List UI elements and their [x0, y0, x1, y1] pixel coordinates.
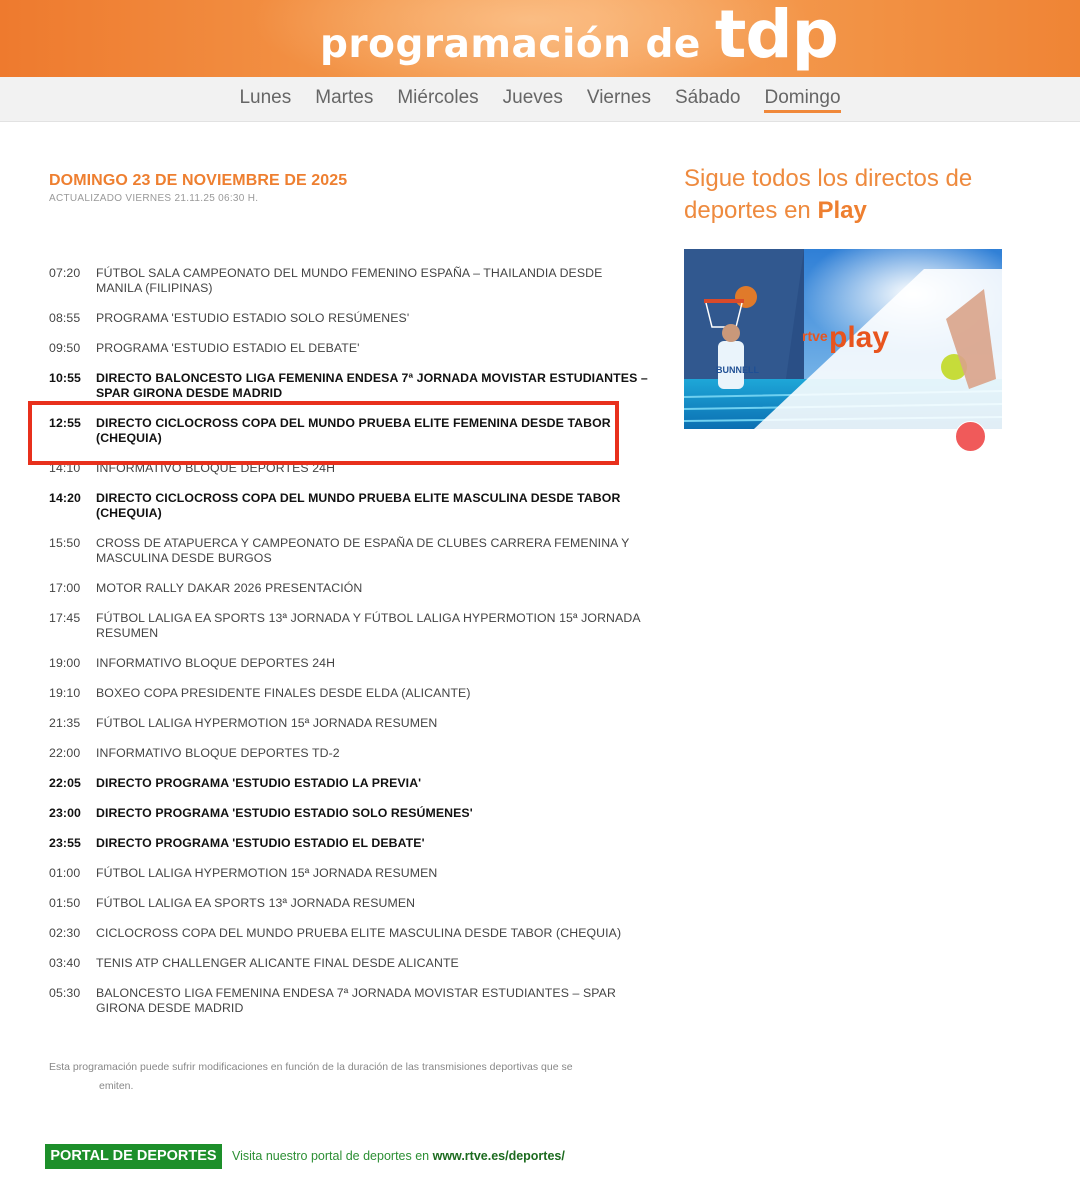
sidebar-title: Sigue todos los directos de deportes en …	[684, 163, 1014, 227]
nav-day-miercoles[interactable]: Miércoles	[397, 87, 478, 113]
schedule-row: 12:55 DIRECTO CICLOCROSS COPA DEL MUNDO P…	[49, 416, 649, 446]
nav-day-jueves[interactable]: Jueves	[503, 87, 563, 113]
day-nav: Lunes Martes Miércoles Jueves Viernes Sábado D…	[0, 77, 1080, 122]
schedule-row: 21:35 FÚTBOL LALIGA HYPERMOTION 15ª JORNA…	[49, 716, 649, 731]
schedule-row: 01:00 FÚTBOL LALIGA HYPERMOTION 15ª JORNA…	[49, 866, 649, 881]
schedule-time: 05:30	[49, 986, 81, 1000]
schedule-row: 14:20 DIRECTO CICLOCROSS COPA DEL MUNDO P…	[49, 491, 649, 521]
nav-day-martes[interactable]: Martes	[315, 87, 373, 113]
header-banner: programación de tdp	[0, 0, 1080, 77]
schedule-time: 22:00	[49, 746, 81, 760]
schedule-time: 12:55	[49, 416, 81, 430]
schedule-row: 14:10 INFORMATIVO BLOQUE DEPORTES 24H	[49, 461, 649, 476]
schedule-time: 09:50	[49, 341, 81, 355]
schedule-row: 09:50 PROGRAMA 'ESTUDIO ESTADIO EL DEBATE…	[49, 341, 649, 356]
schedule-program: CROSS DE ATAPUERCA Y CAMPEONATO DE ESPAÑ…	[96, 536, 630, 565]
promo-image: BUNNELL rtve play	[684, 249, 1002, 429]
schedule-row: 17:45 FÚTBOL LALIGA EA SPORTS 13ª JORNADA…	[49, 611, 649, 641]
schedule-program: PROGRAMA 'ESTUDIO ESTADIO EL DEBATE'	[96, 341, 360, 355]
schedule-program: INFORMATIVO BLOQUE DEPORTES TD-2	[96, 746, 340, 760]
schedule-program: FÚTBOL LALIGA EA SPORTS 13ª JORNADA RESU…	[96, 896, 416, 910]
schedule-row: 05:30 BALONCESTO LIGA FEMENINA ENDESA 7ª …	[49, 986, 649, 1016]
schedule-time: 17:45	[49, 611, 81, 625]
schedule-time: 03:40	[49, 956, 81, 970]
portal-text-label: Visita nuestro portal de deportes en	[232, 1149, 430, 1163]
red-dot-icon	[955, 421, 986, 452]
nav-day-sabado[interactable]: Sábado	[675, 87, 741, 113]
schedule-row: 22:00 INFORMATIVO BLOQUE DEPORTES TD-2	[49, 746, 649, 761]
portal-link[interactable]: www.rtve.es/deportes/	[433, 1149, 565, 1163]
schedule-program: DIRECTO PROGRAMA 'ESTUDIO ESTADIO LA PRE…	[96, 776, 422, 790]
schedule-row: 03:40 TENIS ATP CHALLENGER ALICANTE FINAL…	[49, 956, 649, 971]
schedule-program: MOTOR RALLY DAKAR 2026 PRESENTACIÓN	[96, 581, 363, 595]
schedule-row: 08:55 PROGRAMA 'ESTUDIO ESTADIO SOLO RESÚ…	[49, 311, 649, 326]
rtve-play-promo[interactable]: BUNNELL rtve play	[684, 249, 1002, 429]
day-list: Lunes Martes Miércoles Jueves Viernes Sábado D…	[0, 77, 1080, 113]
site-title[interactable]: programación de tdp	[320, 2, 839, 68]
sidebar-title-play: Play	[817, 197, 867, 224]
schedule-time: 17:00	[49, 581, 81, 595]
tdp-logo: tdp	[714, 0, 839, 73]
schedule-row: 07:20 FÚTBOL SALA CAMPEONATO DEL MUNDO FE…	[49, 266, 649, 296]
schedule-time: 07:20	[49, 266, 81, 280]
schedule-time: 22:05	[49, 776, 81, 790]
play-logo-text: play	[829, 321, 889, 354]
schedule-row: 19:00 INFORMATIVO BLOQUE DEPORTES 24H	[49, 656, 649, 671]
schedule-row: 02:30 CICLOCROSS COPA DEL MUNDO PRUEBA EL…	[49, 926, 649, 941]
schedule-program: DIRECTO CICLOCROSS COPA DEL MUNDO PRUEBA…	[96, 416, 611, 445]
schedule-program: BOXEO COPA PRESIDENTE FINALES DESDE ELDA…	[96, 686, 471, 700]
schedule-program: TENIS ATP CHALLENGER ALICANTE FINAL DESD…	[96, 956, 459, 970]
schedule-time: 01:00	[49, 866, 81, 880]
rtve-logo-text: rtve	[802, 328, 828, 344]
nav-day-domingo[interactable]: Domingo	[764, 87, 841, 113]
schedule-program: FÚTBOL SALA CAMPEONATO DEL MUNDO FEMENIN…	[96, 266, 603, 295]
schedule-row: 10:55 DIRECTO BALONCESTO LIGA FEMENINA EN…	[49, 371, 649, 401]
disclaimer-line-2: emiten.	[99, 1080, 134, 1092]
schedule-program: INFORMATIVO BLOQUE DEPORTES 24H	[96, 461, 336, 475]
schedule-program: FÚTBOL LALIGA HYPERMOTION 15ª JORNADA RE…	[96, 716, 438, 730]
basketball-icon	[735, 286, 757, 308]
schedule-time: 10:55	[49, 371, 81, 385]
schedule-time: 23:55	[49, 836, 81, 850]
day-title: DOMINGO 23 DE NOVIEMBRE DE 2025	[49, 172, 348, 189]
portal-text: Visita nuestro portal de deportes en www…	[232, 1149, 565, 1163]
schedule-program: DIRECTO PROGRAMA 'ESTUDIO ESTADIO EL DEB…	[96, 836, 425, 850]
schedule-program: PROGRAMA 'ESTUDIO ESTADIO SOLO RESÚMENES…	[96, 311, 410, 325]
disclaimer-line-1: Esta programación puede sufrir modificac…	[49, 1061, 573, 1073]
schedule-time: 21:35	[49, 716, 81, 730]
nav-day-lunes[interactable]: Lunes	[239, 87, 291, 113]
schedule-time: 15:50	[49, 536, 81, 550]
schedule-section: DOMINGO 23 DE NOVIEMBRE DE 2025 ACTUALIZ…	[49, 172, 649, 1015]
nav-day-viernes[interactable]: Viernes	[587, 87, 651, 113]
schedule-list: 07:20 FÚTBOL SALA CAMPEONATO DEL MUNDO FE…	[49, 266, 649, 1031]
schedule-time: 19:10	[49, 686, 81, 700]
schedule-program: FÚTBOL LALIGA EA SPORTS 13ª JORNADA Y FÚ…	[96, 611, 640, 640]
schedule-program: CICLOCROSS COPA DEL MUNDO PRUEBA ELITE M…	[96, 926, 622, 940]
schedule-program: DIRECTO BALONCESTO LIGA FEMENINA ENDESA …	[96, 371, 648, 400]
schedule-program: DIRECTO CICLOCROSS COPA DEL MUNDO PRUEBA…	[96, 491, 621, 520]
schedule-time: 14:10	[49, 461, 81, 475]
schedule-time: 02:30	[49, 926, 81, 940]
disclaimer-note: Esta programación puede sufrir modificac…	[49, 1058, 619, 1096]
jersey-text: BUNNELL	[716, 365, 759, 375]
schedule-program: INFORMATIVO BLOQUE DEPORTES 24H	[96, 656, 336, 670]
schedule-row: 23:00 DIRECTO PROGRAMA 'ESTUDIO ESTADIO S…	[49, 806, 649, 821]
schedule-program: DIRECTO PROGRAMA 'ESTUDIO ESTADIO SOLO R…	[96, 806, 473, 820]
schedule-row: 19:10 BOXEO COPA PRESIDENTE FINALES DESDE…	[49, 686, 649, 701]
schedule-row: 17:00 MOTOR RALLY DAKAR 2026 PRESENTACIÓN	[49, 581, 649, 596]
schedule-row: 01:50 FÚTBOL LALIGA EA SPORTS 13ª JORNADA…	[49, 896, 649, 911]
schedule-time: 23:00	[49, 806, 81, 820]
schedule-row: 23:55 DIRECTO PROGRAMA 'ESTUDIO ESTADIO E…	[49, 836, 649, 851]
schedule-program: FÚTBOL LALIGA HYPERMOTION 15ª JORNADA RE…	[96, 866, 438, 880]
schedule-row: 15:50 CROSS DE ATAPUERCA Y CAMPEONATO DE …	[49, 536, 649, 566]
updated-timestamp: ACTUALIZADO VIERNES 21.11.25 06:30 H.	[49, 193, 259, 204]
schedule-time: 14:20	[49, 491, 81, 505]
site-title-text: programación de	[320, 22, 701, 67]
schedule-time: 01:50	[49, 896, 81, 910]
schedule-program: BALONCESTO LIGA FEMENINA ENDESA 7ª JORNA…	[96, 986, 616, 1015]
schedule-time: 19:00	[49, 656, 81, 670]
portal-deportes-button[interactable]: PORTAL DE DEPORTES	[45, 1144, 222, 1169]
schedule-row: 22:05 DIRECTO PROGRAMA 'ESTUDIO ESTADIO L…	[49, 776, 649, 791]
schedule-time: 08:55	[49, 311, 81, 325]
